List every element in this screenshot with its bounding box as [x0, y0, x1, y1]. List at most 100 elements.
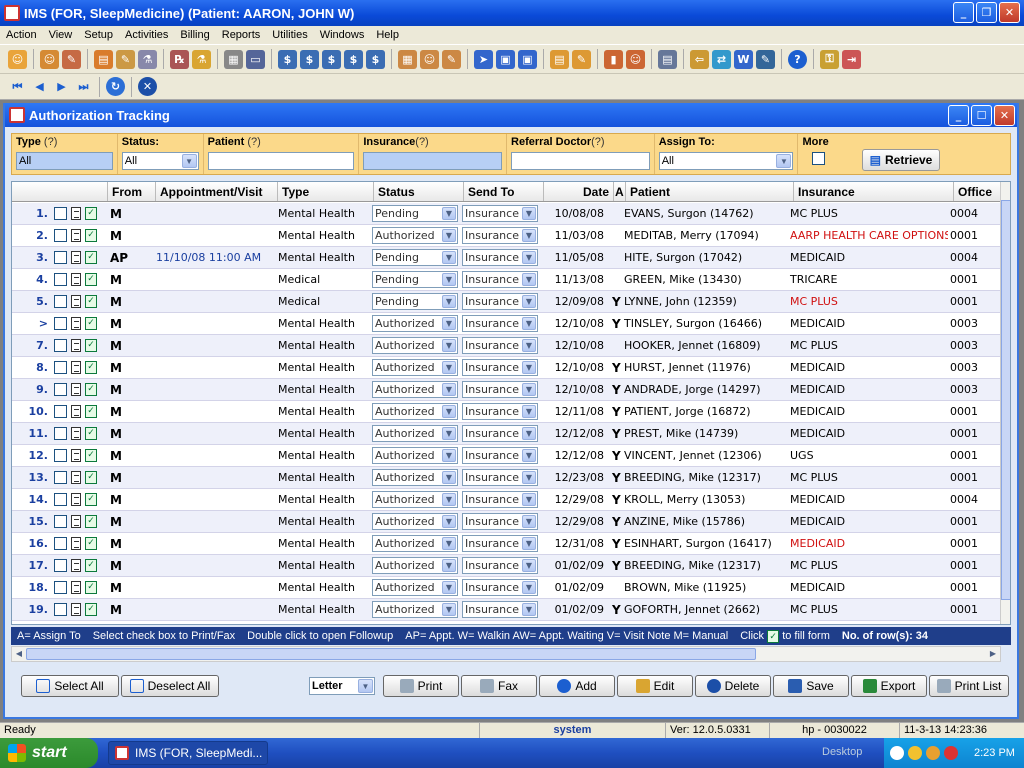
row-send-to-select[interactable]: Insurance ▼: [462, 381, 538, 398]
start-button[interactable]: start: [0, 738, 98, 768]
table-row[interactable]: 5. ✓ M Medical Pending ▼ Insurance ▼ 12/09/08 Y LY…: [12, 291, 1002, 313]
reports-icon[interactable]: ▮: [604, 49, 623, 69]
lock-icon[interactable]: ⚿: [820, 49, 839, 69]
row-checkbox[interactable]: [54, 537, 67, 550]
menu-reports[interactable]: Reports: [216, 29, 267, 41]
row-send-to-select[interactable]: Insurance ▼: [462, 535, 538, 552]
row-status-select[interactable]: Authorized ▼: [372, 227, 458, 244]
folder-icon[interactable]: ▤: [94, 49, 113, 69]
chevron-down-icon[interactable]: ▼: [522, 471, 536, 484]
row-send-to-select[interactable]: Insurance ▼: [462, 271, 538, 288]
row-status-select[interactable]: Authorized ▼: [372, 579, 458, 596]
row-checkbox[interactable]: [54, 493, 67, 506]
row-status-select[interactable]: Authorized ▼: [372, 447, 458, 464]
row-checkbox[interactable]: [54, 339, 67, 352]
document-icon[interactable]: [71, 295, 81, 308]
refresh-icon[interactable]: ↻: [106, 77, 125, 96]
menu-activities[interactable]: Activities: [119, 29, 174, 41]
fill-form-icon[interactable]: ✓: [85, 603, 97, 616]
fill-form-icon[interactable]: ✓: [85, 383, 97, 396]
print-setup-icon[interactable]: ▤: [658, 49, 677, 69]
row-send-to-select[interactable]: Insurance ▼: [462, 205, 538, 222]
row-send-to-select[interactable]: Insurance ▼: [462, 227, 538, 244]
table-row[interactable]: 7. ✓ M Mental Health Authorized ▼ Insurance ▼ 12…: [12, 335, 1002, 357]
row-checkbox[interactable]: [54, 405, 67, 418]
referral-input[interactable]: [511, 152, 650, 170]
chevron-down-icon[interactable]: ▼: [522, 515, 536, 528]
row-status-select[interactable]: Pending ▼: [372, 293, 458, 310]
chevron-down-icon[interactable]: ▼: [522, 383, 536, 396]
document-icon[interactable]: [71, 361, 81, 374]
fill-form-icon[interactable]: ✓: [85, 537, 97, 550]
row-send-to-select[interactable]: Insurance ▼: [462, 579, 538, 596]
tray-security-icon[interactable]: [944, 746, 958, 760]
row-checkbox[interactable]: [54, 361, 67, 374]
table-row[interactable]: 17. ✓ M Mental Health Authorized ▼ Insurance ▼ 0…: [12, 555, 1002, 577]
fill-form-icon[interactable]: ✓: [85, 361, 97, 374]
rx-icon[interactable]: ℞: [170, 49, 189, 69]
fill-form-icon[interactable]: ✓: [85, 251, 97, 264]
fill-form-icon[interactable]: ✓: [85, 427, 97, 440]
chevron-down-icon[interactable]: ▼: [522, 449, 536, 462]
chevron-down-icon[interactable]: ▼: [442, 383, 456, 396]
insurance-input[interactable]: [363, 152, 503, 170]
first-record-icon[interactable]: ⏮: [8, 77, 27, 96]
row-checkbox[interactable]: [54, 273, 67, 286]
box-icon[interactable]: ▣: [496, 49, 515, 69]
chevron-down-icon[interactable]: ▼: [358, 679, 373, 693]
billing-icon[interactable]: $: [278, 49, 297, 69]
chevron-down-icon[interactable]: ▼: [442, 229, 456, 242]
row-status-select[interactable]: Pending ▼: [372, 271, 458, 288]
row-send-to-select[interactable]: Insurance ▼: [462, 557, 538, 574]
horizontal-scrollbar[interactable]: ◀ ▶: [11, 646, 1001, 662]
patient-input[interactable]: [207, 152, 355, 170]
col-status[interactable]: Status: [374, 182, 464, 201]
chevron-down-icon[interactable]: ▼: [522, 317, 536, 330]
chart-edit-icon[interactable]: ✎: [442, 49, 461, 69]
col-insurance[interactable]: Insurance: [794, 182, 954, 201]
more-checkbox[interactable]: [812, 152, 826, 165]
document-icon[interactable]: ▦: [224, 49, 243, 69]
chevron-down-icon[interactable]: ▼: [776, 154, 792, 168]
row-checkbox[interactable]: [54, 229, 67, 242]
chevron-down-icon[interactable]: ▼: [442, 449, 456, 462]
delete-button[interactable]: Delete: [695, 675, 771, 697]
fill-form-icon[interactable]: ✓: [85, 493, 97, 506]
row-checkbox[interactable]: [54, 449, 67, 462]
claim-icon[interactable]: $: [322, 49, 341, 69]
document-icon[interactable]: [71, 405, 81, 418]
table-row[interactable]: 19. ✓ M Mental Health Authorized ▼ Insurance ▼ 0…: [12, 599, 1002, 621]
col-send-to[interactable]: Send To: [464, 182, 544, 201]
document-icon[interactable]: [71, 493, 81, 506]
print-button[interactable]: Print: [383, 675, 459, 697]
chevron-down-icon[interactable]: ▼: [522, 581, 536, 594]
document-icon[interactable]: [71, 207, 81, 220]
type-help[interactable]: (?): [44, 136, 57, 148]
chevron-down-icon[interactable]: ▼: [522, 295, 536, 308]
transfer-icon[interactable]: ⇄: [712, 49, 731, 69]
chevron-down-icon[interactable]: ▼: [442, 207, 456, 220]
row-status-select[interactable]: Authorized ▼: [372, 513, 458, 530]
fill-form-icon[interactable]: ✓: [85, 405, 97, 418]
table-row[interactable]: 10. ✓ M Mental Health Authorized ▼ Insurance ▼ 1…: [12, 401, 1002, 423]
notes-icon[interactable]: ✎: [572, 49, 591, 69]
menu-help[interactable]: Help: [370, 29, 405, 41]
row-checkbox[interactable]: [54, 295, 67, 308]
table-row[interactable]: 16. ✓ M Mental Health Authorized ▼ Insurance ▼ 1…: [12, 533, 1002, 555]
row-status-select[interactable]: Pending ▼: [372, 205, 458, 222]
import-icon[interactable]: ⇦: [690, 49, 709, 69]
col-appointment[interactable]: Appointment/Visit: [156, 182, 278, 201]
statement-icon[interactable]: $: [366, 49, 385, 69]
note-icon[interactable]: ✎: [116, 49, 135, 69]
chevron-down-icon[interactable]: ▼: [442, 251, 456, 264]
row-send-to-select[interactable]: Insurance ▼: [462, 359, 538, 376]
edit-button[interactable]: Edit: [617, 675, 693, 697]
row-send-to-select[interactable]: Insurance ▼: [462, 491, 538, 508]
fill-form-icon[interactable]: ✓: [85, 295, 97, 308]
deselect-all-button[interactable]: Deselect All: [121, 675, 219, 697]
chevron-down-icon[interactable]: ▼: [522, 603, 536, 616]
row-send-to-select[interactable]: Insurance ▼: [462, 447, 538, 464]
chevron-down-icon[interactable]: ▼: [522, 207, 536, 220]
chevron-down-icon[interactable]: ▼: [522, 273, 536, 286]
row-send-to-select[interactable]: Insurance ▼: [462, 513, 538, 530]
